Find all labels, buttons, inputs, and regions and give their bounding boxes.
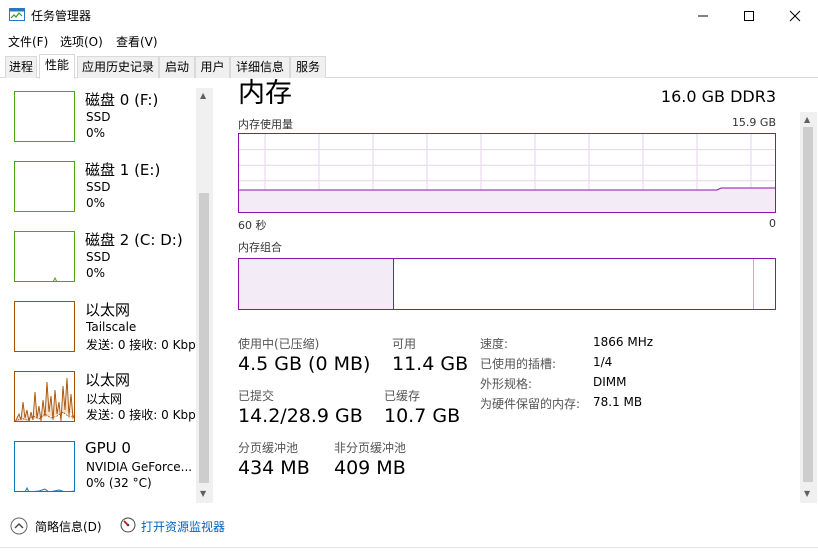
sidebar-item-ethernet[interactable]: 以太网 以太网 发送: 0 接收: 0 Kbps [0, 359, 202, 429]
maximize-button[interactable] [726, 0, 772, 31]
disk2-thumbnail-graph [14, 231, 75, 282]
scroll-up-icon[interactable]: ▲ [804, 115, 810, 124]
paged-pool-value: 434 MB [238, 457, 310, 479]
available-label: 可用 [392, 337, 417, 351]
sidebar-item-name: 磁盘 1 (E:) [85, 161, 161, 179]
graph-time-left: 60 秒 [238, 219, 267, 232]
scroll-down-icon[interactable]: ▼ [200, 489, 206, 498]
footer-bar: 简略信息(D) 打开资源监视器 [0, 511, 818, 541]
sidebar-item-sub: SSD [86, 250, 111, 264]
slots-label: 已使用的插槽: [480, 357, 557, 371]
sidebar-item-value: 0% [86, 196, 106, 210]
sidebar-item-sub: SSD [86, 110, 111, 124]
minimize-icon [698, 15, 708, 17]
sidebar-item-value: 发送: 0 接收: 0 Kbps [86, 338, 202, 352]
tab-performance[interactable]: 性能 [39, 54, 75, 79]
form-factor-value: DIMM [593, 375, 627, 389]
memory-spec: 16.0 GB DDR3 [660, 87, 776, 106]
speed-label: 速度: [480, 337, 509, 351]
paged-pool-label: 分页缓冲池 [238, 441, 299, 455]
maximize-icon [744, 11, 754, 21]
sidebar-scrollbar[interactable]: ▲ ▼ [196, 88, 213, 503]
sidebar-item-sub: 以太网 [86, 392, 123, 406]
tab-details[interactable]: 详细信息 [230, 56, 290, 78]
sidebar-item-value: 0% [86, 266, 106, 280]
tab-processes[interactable]: 进程 [5, 56, 37, 78]
sidebar-item-sub: Tailscale [86, 320, 137, 334]
menu-options[interactable]: 选项(O) [60, 33, 103, 50]
disk1-thumbnail-graph [14, 161, 75, 212]
scroll-up-icon[interactable]: ▲ [200, 91, 206, 100]
resource-sidebar: 磁盘 0 (F:) SSD 0% 磁盘 1 (E:) SSD 0% 磁盘 2 (… [0, 79, 214, 504]
memory-composition-bar [238, 258, 776, 310]
resource-monitor-icon [120, 517, 136, 533]
scroll-down-icon[interactable]: ▼ [804, 489, 810, 498]
gpu-thumbnail-graph [14, 441, 75, 492]
sidebar-item-sub: SSD [86, 180, 111, 194]
sidebar-item-disk1[interactable]: 磁盘 1 (E:) SSD 0% [0, 149, 196, 219]
menu-bar: 文件(F) 选项(O) 查看(V) [0, 31, 818, 51]
tab-app-history[interactable]: 应用历史记录 [77, 56, 159, 78]
open-resource-monitor-link[interactable]: 打开资源监视器 [141, 518, 225, 535]
tab-bar: 进程 性能 应用历史记录 启动 用户 详细信息 服务 [0, 54, 818, 79]
tab-services[interactable]: 服务 [290, 56, 326, 78]
composition-label: 内存组合 [238, 241, 282, 254]
graph-label: 内存使用量 [238, 118, 293, 131]
cached-label: 已缓存 [384, 389, 421, 403]
in-use-segment [239, 259, 394, 309]
title-bar: 任务管理器 [0, 0, 818, 31]
in-use-value: 4.5 GB (0 MB) [238, 353, 371, 375]
committed-label: 已提交 [238, 389, 275, 403]
sidebar-item-disk2[interactable]: 磁盘 2 (C: D:) SSD 0% [0, 219, 196, 289]
scrollbar-thumb[interactable] [803, 127, 813, 482]
slots-value: 1/4 [593, 355, 613, 369]
sidebar-item-value: 0% (32 °C) [86, 476, 152, 490]
window-bottom-edge [0, 547, 818, 551]
sidebar-item-name: 磁盘 0 (F:) [85, 91, 159, 109]
standby-divider [753, 259, 754, 309]
sidebar-item-value: 发送: 0 接收: 0 Kbps [86, 408, 202, 422]
tab-startup[interactable]: 启动 [159, 56, 195, 78]
close-icon [789, 10, 801, 22]
memory-usage-graph [238, 133, 776, 213]
close-button[interactable] [772, 0, 818, 31]
graph-max-label: 15.9 GB [731, 116, 776, 129]
memory-panel: 内存 16.0 GB DDR3 内存使用量 15.9 GB 60 秒 0 内存组… [214, 79, 800, 504]
sidebar-item-name: 以太网 [85, 301, 131, 319]
sidebar-item-disk0[interactable]: 磁盘 0 (F:) SSD 0% [0, 79, 196, 149]
sidebar-item-ethernet-tailscale[interactable]: 以太网 Tailscale 发送: 0 接收: 0 Kbps [0, 289, 202, 359]
hardware-reserved-label: 为硬件保留的内存: [480, 397, 581, 411]
menu-file[interactable]: 文件(F) [8, 33, 48, 50]
ethernet-thumbnail-graph [14, 301, 75, 352]
sidebar-item-value: 0% [86, 126, 106, 140]
sidebar-item-name: GPU 0 [85, 439, 131, 457]
cached-value: 10.7 GB [384, 405, 461, 427]
main-scrollbar[interactable]: ▲ ▼ [800, 112, 817, 503]
nonpaged-pool-label: 非分页缓冲池 [334, 441, 407, 455]
sidebar-item-gpu0[interactable]: GPU 0 NVIDIA GeForce... 0% (32 °C) [0, 429, 196, 499]
sidebar-item-name: 磁盘 2 (C: D:) [85, 231, 183, 249]
menu-view[interactable]: 查看(V) [116, 33, 158, 50]
tab-users[interactable]: 用户 [195, 56, 230, 78]
graph-time-right: 0 [769, 217, 776, 230]
committed-value: 14.2/28.9 GB [238, 405, 363, 427]
hardware-reserved-value: 78.1 MB [593, 395, 643, 409]
speed-value: 1866 MHz [593, 335, 654, 349]
minimize-button[interactable] [680, 0, 726, 31]
sidebar-item-name: 以太网 [85, 371, 131, 389]
scrollbar-thumb[interactable] [199, 193, 209, 483]
sidebar-item-sub: NVIDIA GeForce... [86, 460, 193, 474]
page-title: 内存 [238, 78, 292, 109]
fewer-details-link[interactable]: 简略信息(D) [35, 518, 102, 535]
disk0-thumbnail-graph [14, 91, 75, 142]
available-value: 11.4 GB [392, 353, 469, 375]
chevron-up-circle-icon[interactable] [10, 517, 28, 535]
window-title: 任务管理器 [31, 9, 92, 23]
nonpaged-pool-value: 409 MB [334, 457, 406, 479]
ethernet-thumbnail-graph [14, 371, 75, 422]
task-manager-icon [9, 8, 25, 21]
form-factor-label: 外形规格: [480, 377, 533, 391]
in-use-label: 使用中(已压缩) [238, 337, 320, 351]
